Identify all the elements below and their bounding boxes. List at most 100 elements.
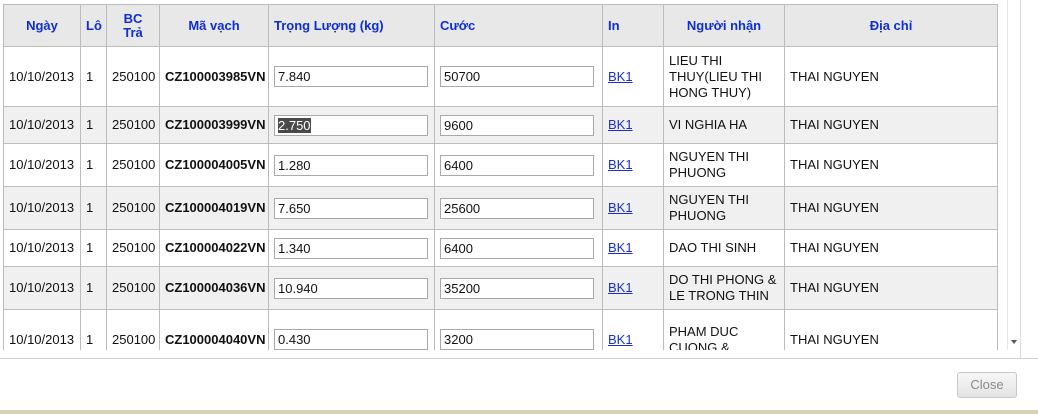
dialog-footer bbox=[0, 358, 1038, 415]
col-header-print[interactable]: In bbox=[602, 4, 664, 47]
fee-input[interactable]: 6400 bbox=[440, 237, 594, 259]
weight-input[interactable]: 7.840 bbox=[274, 66, 428, 87]
close-button[interactable]: Close bbox=[957, 372, 1017, 398]
table-row[interactable]: 10/10/2013 1 250100 CZ100004022VN 1.340 6400 B… bbox=[3, 229, 998, 267]
cell-fee: 6400 bbox=[434, 229, 603, 267]
cell-bc: 250100 bbox=[106, 266, 160, 310]
print-link[interactable]: BK1 bbox=[608, 117, 633, 132]
weight-input[interactable]: 2.750 bbox=[274, 114, 428, 136]
cell-recipient: VI NGHIA HA bbox=[663, 106, 785, 144]
cell-print: BK1 bbox=[602, 106, 664, 144]
table-row[interactable]: 10/10/2013 1 250100 CZ100004036VN 10.940 3520… bbox=[3, 266, 998, 310]
print-link[interactable]: BK1 bbox=[608, 157, 633, 172]
weight-value: 7.840 bbox=[278, 69, 311, 84]
table-row[interactable]: 10/10/2013 1 250100 CZ100004040VN 0.430 3200 B… bbox=[3, 309, 998, 350]
col-header-weight[interactable]: Trọng Lượng (kg) bbox=[268, 4, 435, 47]
cell-weight: 10.940 bbox=[268, 266, 435, 310]
print-link[interactable]: BK1 bbox=[608, 200, 633, 215]
cell-weight: 7.840 bbox=[268, 46, 435, 107]
table-row[interactable]: 10/10/2013 1 250100 CZ100004019VN 7.650 25600… bbox=[3, 186, 998, 230]
print-link[interactable]: BK1 bbox=[608, 240, 633, 255]
fee-input[interactable]: 6400 bbox=[440, 154, 594, 176]
col-header-bc-line1: BC bbox=[123, 10, 143, 26]
table-header-row: Ngày Lô BC Trả Mã vạch Trọng Lượng (kg) C… bbox=[3, 4, 998, 47]
col-header-recipient[interactable]: Người nhận bbox=[663, 4, 785, 47]
print-link[interactable]: BK1 bbox=[608, 280, 633, 295]
fee-value: 9600 bbox=[444, 117, 473, 133]
col-header-fee[interactable]: Cước bbox=[434, 4, 603, 47]
fee-value: 25600 bbox=[444, 200, 481, 216]
cell-address: THAI NGUYEN bbox=[784, 143, 998, 187]
fee-input[interactable]: 3200 bbox=[440, 329, 594, 350]
fee-input[interactable]: 25600 bbox=[440, 197, 594, 219]
fee-value: 6400 bbox=[444, 157, 473, 173]
scroll-down-arrow-icon[interactable] bbox=[1011, 340, 1017, 344]
print-link[interactable]: BK1 bbox=[608, 332, 633, 347]
cell-recipient: NGUYEN THI PHUONG bbox=[663, 186, 785, 230]
weight-value: 2.750 bbox=[278, 117, 311, 133]
table-row[interactable]: 10/10/2013 1 250100 CZ100003999VN 2.750 9600 B… bbox=[3, 106, 998, 144]
cell-recipient: DAO THI SINH bbox=[663, 229, 785, 267]
vertical-scrollbar[interactable] bbox=[1007, 0, 1020, 350]
weight-input[interactable]: 1.340 bbox=[274, 237, 428, 259]
cell-date: 10/10/2013 bbox=[3, 309, 81, 350]
table-row[interactable]: 10/10/2013 1 250100 CZ100003985VN 7.840 50700… bbox=[3, 46, 998, 107]
cell-fee: 3200 bbox=[434, 309, 603, 350]
cell-lot: 1 bbox=[80, 106, 107, 144]
cell-date: 10/10/2013 bbox=[3, 266, 81, 310]
weight-value: 7.650 bbox=[278, 200, 311, 216]
fee-value: 35200 bbox=[444, 280, 481, 296]
cell-barcode: CZ100004005VN bbox=[159, 143, 269, 187]
shipment-dialog: Ngày Lô BC Trả Mã vạch Trọng Lượng (kg) C… bbox=[0, 0, 1038, 415]
cell-address: THAI NGUYEN bbox=[784, 186, 998, 230]
cell-lot: 1 bbox=[80, 309, 107, 350]
weight-input[interactable]: 7.650 bbox=[274, 197, 428, 219]
cell-recipient: PHAM DUC CUONG & bbox=[663, 309, 785, 350]
table-row[interactable]: 10/10/2013 1 250100 CZ100004005VN 1.280 6400 B… bbox=[3, 143, 998, 187]
cell-bc: 250100 bbox=[106, 186, 160, 230]
col-header-lot[interactable]: Lô bbox=[80, 4, 107, 47]
cell-weight: 1.280 bbox=[268, 143, 435, 187]
cell-date: 10/10/2013 bbox=[3, 106, 81, 144]
cell-date: 10/10/2013 bbox=[3, 143, 81, 187]
weight-input[interactable]: 0.430 bbox=[274, 329, 428, 350]
cell-lot: 1 bbox=[80, 186, 107, 230]
cell-address: THAI NGUYEN bbox=[784, 229, 998, 267]
cell-fee: 35200 bbox=[434, 266, 603, 310]
grid-scroll-area[interactable]: Ngày Lô BC Trả Mã vạch Trọng Lượng (kg) C… bbox=[0, 0, 1020, 350]
col-header-date[interactable]: Ngày bbox=[3, 4, 81, 47]
cell-barcode: CZ100004036VN bbox=[159, 266, 269, 310]
cell-bc: 250100 bbox=[106, 46, 160, 107]
fee-value: 3200 bbox=[444, 332, 473, 347]
cell-print: BK1 bbox=[602, 266, 664, 310]
fee-value: 6400 bbox=[444, 240, 473, 256]
fee-input[interactable]: 35200 bbox=[440, 277, 594, 299]
cell-barcode: CZ100004022VN bbox=[159, 229, 269, 267]
cell-lot: 1 bbox=[80, 229, 107, 267]
shipment-table: Ngày Lô BC Trả Mã vạch Trọng Lượng (kg) C… bbox=[3, 4, 998, 350]
fee-input[interactable]: 9600 bbox=[440, 114, 594, 136]
fee-value: 50700 bbox=[444, 69, 481, 84]
cell-print: BK1 bbox=[602, 229, 664, 267]
col-header-bc[interactable]: BC Trả bbox=[106, 4, 160, 47]
cell-print: BK1 bbox=[602, 309, 664, 350]
cell-address: THAI NGUYEN bbox=[784, 266, 998, 310]
cell-weight: 2.750 bbox=[268, 106, 435, 144]
page-scrollbar-edge bbox=[1020, 0, 1038, 414]
cell-print: BK1 bbox=[602, 143, 664, 187]
cell-barcode: CZ100004040VN bbox=[159, 309, 269, 350]
cell-bc: 250100 bbox=[106, 309, 160, 350]
cell-lot: 1 bbox=[80, 143, 107, 187]
fee-input[interactable]: 50700 bbox=[440, 66, 594, 87]
weight-input[interactable]: 10.940 bbox=[274, 277, 428, 299]
cell-lot: 1 bbox=[80, 266, 107, 310]
weight-value: 10.940 bbox=[278, 280, 318, 296]
col-header-barcode[interactable]: Mã vạch bbox=[159, 4, 269, 47]
col-header-address[interactable]: Địa chỉ bbox=[784, 4, 998, 47]
weight-value: 1.340 bbox=[278, 240, 311, 256]
print-link[interactable]: BK1 bbox=[608, 69, 633, 84]
weight-input[interactable]: 1.280 bbox=[274, 154, 428, 176]
cell-date: 10/10/2013 bbox=[3, 46, 81, 107]
cell-barcode: CZ100003985VN bbox=[159, 46, 269, 107]
cell-weight: 7.650 bbox=[268, 186, 435, 230]
